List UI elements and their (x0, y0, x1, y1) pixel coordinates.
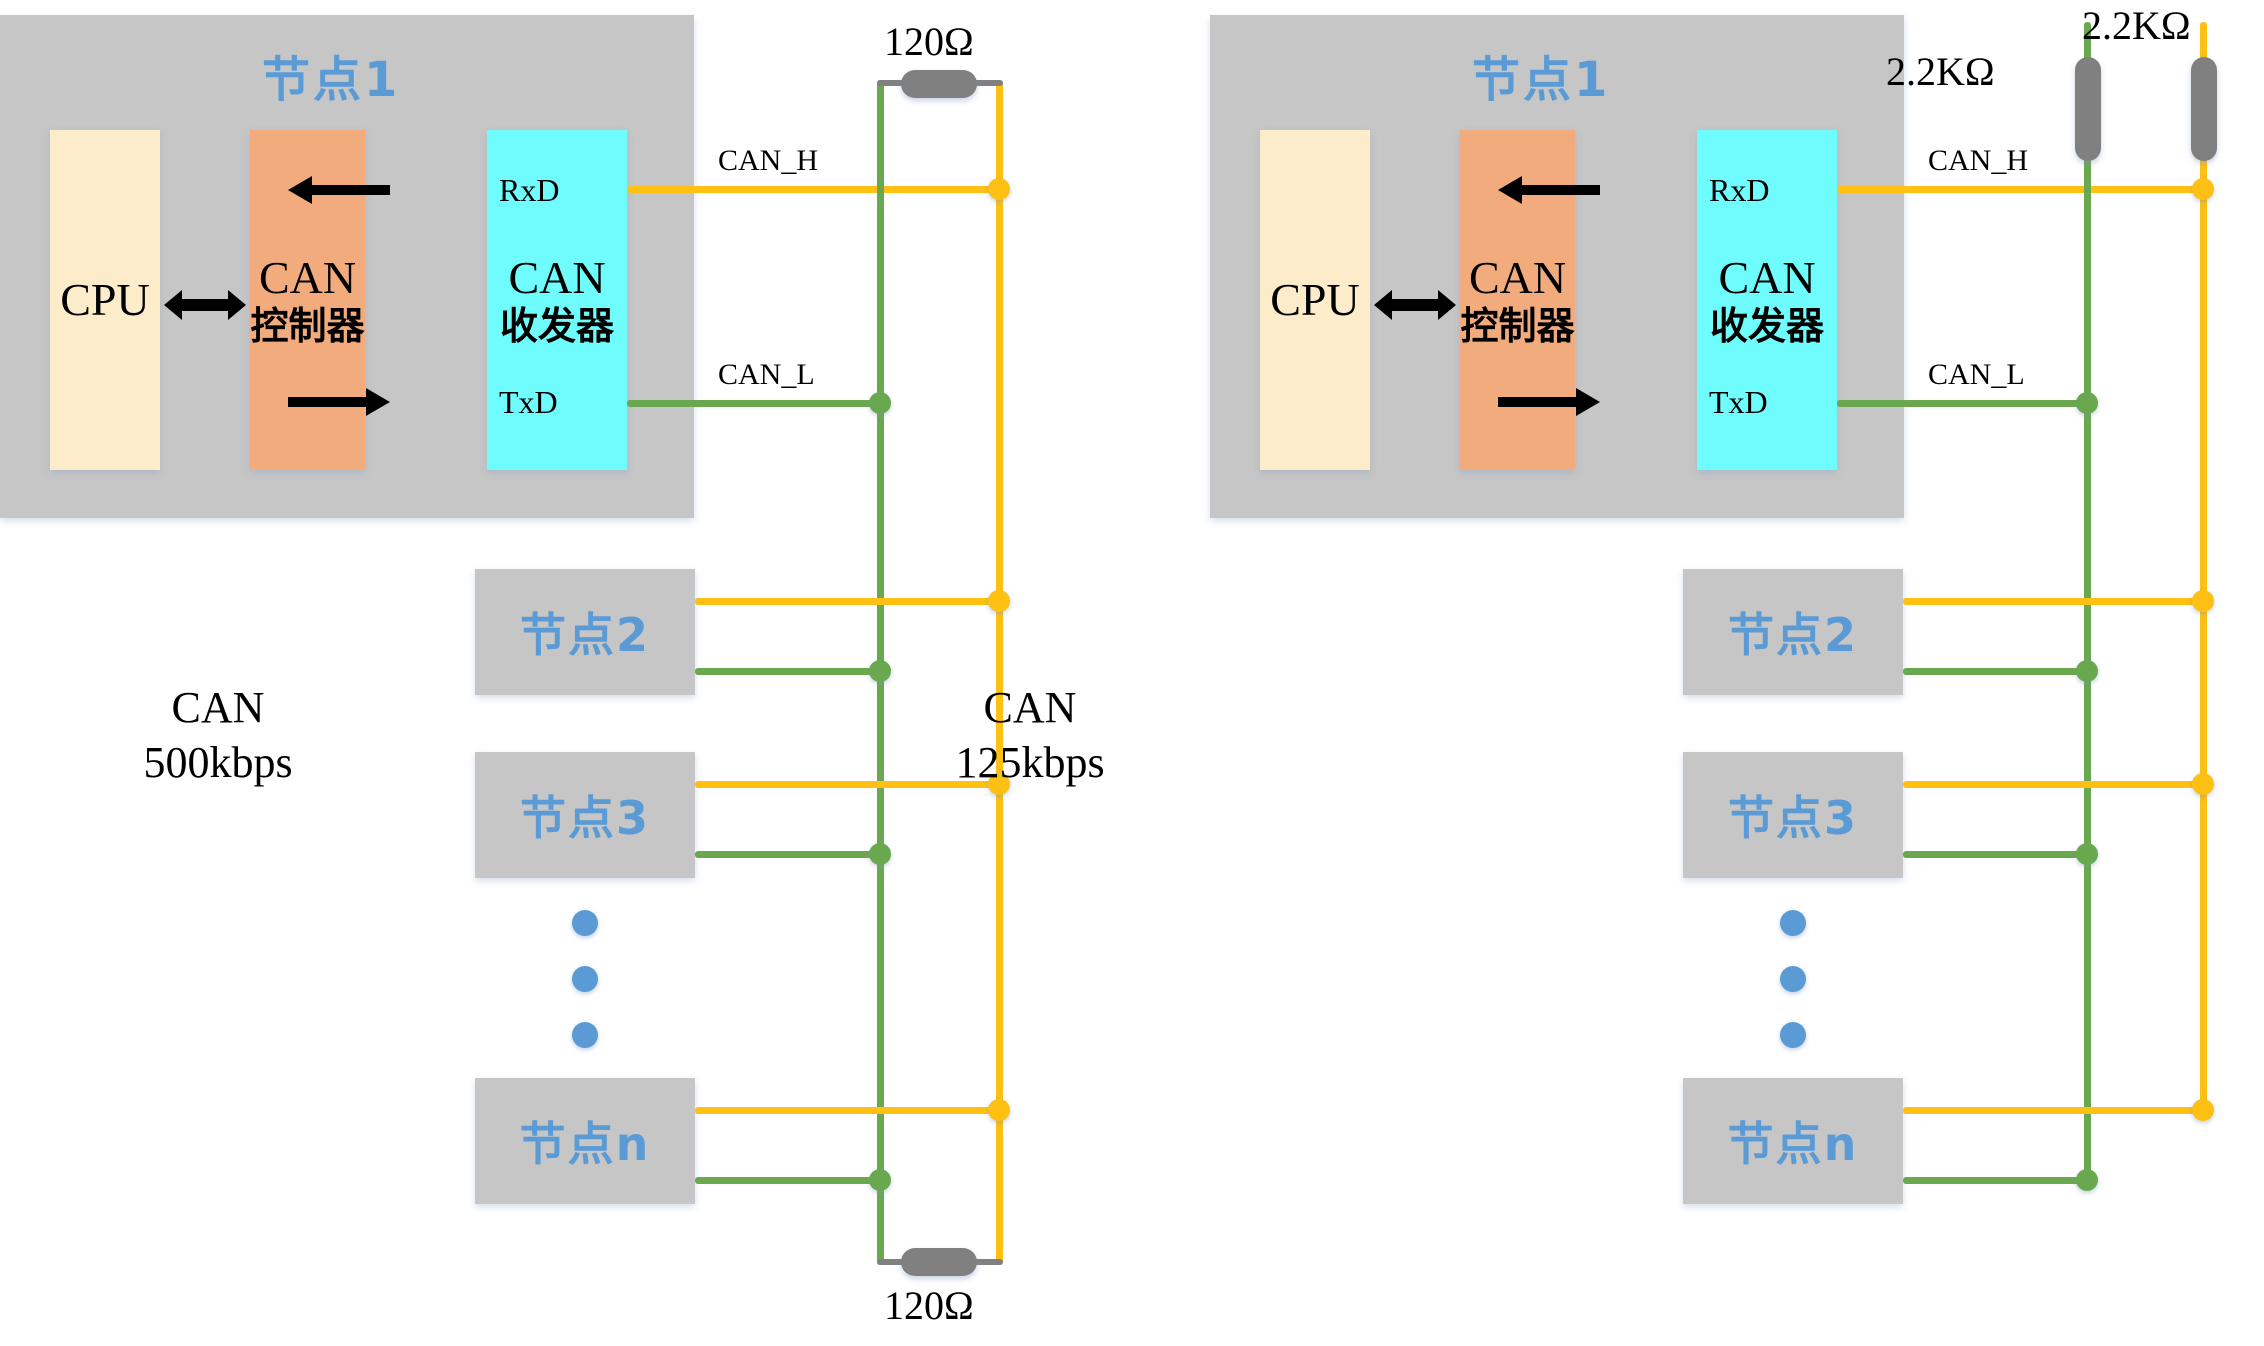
left-ellipsis-dot-2 (572, 966, 598, 992)
left-node-box-n: 节点n (475, 1078, 695, 1204)
left-ellipsis-dot-1 (572, 910, 598, 936)
right-noden-can-h-wire (1903, 1107, 2211, 1114)
left-cpu-block: CPU (50, 130, 160, 470)
left-node1-can-l-wire (627, 400, 884, 407)
left-node-label-2: 节点2 (519, 608, 650, 662)
right-noden-can-l-wire (1903, 1177, 2095, 1184)
right-junction-dot-node3-l (2076, 843, 2098, 865)
right-cpu-block: CPU (1260, 130, 1370, 470)
right-pullup-label-can-l: 2.2KΩ (1886, 49, 1995, 94)
right-node1-title: 节点1 (1472, 52, 1611, 108)
right-node3-can-l-wire (1903, 851, 2095, 858)
left-junction-dot-node2-l (869, 660, 891, 682)
right-pullup-resistor-can-l (2075, 57, 2101, 161)
right-rate-line-2: 125kbps (955, 738, 1105, 787)
right-rate-label: CAN 125kbps (900, 680, 1160, 790)
right-pullup-resistor-can-h (2191, 57, 2217, 161)
right-can-l-label: CAN_L (1928, 358, 2025, 391)
right-junction-dot-noden-l (2076, 1169, 2098, 1191)
left-node-box-3: 节点3 (475, 752, 695, 878)
left-cpu-label: CPU (60, 274, 150, 325)
left-node-box-2: 节点2 (475, 569, 695, 695)
left-transceiver-label-1: CAN (508, 252, 606, 303)
left-cpu-controller-arrow-icon (164, 290, 246, 320)
right-junction-dot-node3-h (2192, 773, 2214, 795)
right-junction-dot-noden-h (2192, 1099, 2214, 1121)
left-node2-can-l-wire (695, 668, 884, 675)
left-noden-can-l-wire (695, 1177, 884, 1184)
left-rxd-arrow-icon (288, 176, 390, 204)
left-can-l-label: CAN_L (718, 358, 815, 391)
right-node-label-n: 节点n (1727, 1117, 1859, 1171)
left-can-h-label: CAN_H (718, 144, 819, 177)
right-transceiver-label-1: CAN (1718, 252, 1816, 303)
left-node-label-n: 节点n (519, 1117, 651, 1171)
left-noden-can-h-wire (695, 1107, 1004, 1114)
left-bottom-terminator-label: 120Ω (884, 1283, 974, 1328)
left-junction-dot-node3-l (869, 843, 891, 865)
left-controller-label-2: 控制器 (250, 304, 365, 348)
right-rxd-arrow-icon (1498, 176, 1600, 204)
left-txd-arrow-icon (288, 388, 390, 416)
right-controller-label-2: 控制器 (1460, 304, 1575, 348)
right-ellipsis-dot-3 (1780, 1022, 1806, 1048)
right-txd-pin-label: TxD (1709, 384, 1768, 420)
right-node-label-3: 节点3 (1727, 791, 1858, 845)
right-cpu-controller-arrow-icon (1374, 290, 1456, 320)
left-top-terminator-label: 120Ω (884, 19, 974, 64)
right-node-label-2: 节点2 (1727, 608, 1858, 662)
right-node1-can-h-wire (1837, 186, 2211, 193)
right-can-h-label: CAN_H (1928, 144, 2029, 177)
left-node2-can-h-wire (695, 598, 1004, 605)
left-node1-can-h-wire (627, 186, 1004, 193)
left-node-label-3: 节点3 (519, 791, 650, 845)
right-txd-arrow-icon (1498, 388, 1600, 416)
left-rxd-pin-label: RxD (499, 172, 560, 208)
right-node-box-n: 节点n (1683, 1078, 1903, 1204)
left-controller-label-1: CAN (258, 252, 357, 303)
right-ellipsis-dot-1 (1780, 910, 1806, 936)
right-pullup-label-can-h: 2.2KΩ (2082, 3, 2191, 48)
left-junction-dot-noden-h (988, 1099, 1010, 1121)
left-can-h-bus-vertical (996, 80, 1003, 1265)
left-junction-dot-node2-h (988, 590, 1010, 612)
right-ellipsis-dot-2 (1780, 966, 1806, 992)
left-node3-can-l-wire (695, 851, 884, 858)
right-node2-can-l-wire (1903, 668, 2095, 675)
left-junction-dot-node1-l (869, 392, 891, 414)
left-bottom-terminator-resistor (901, 1248, 977, 1276)
left-junction-dot-node1-h (988, 178, 1010, 200)
right-rxd-pin-label: RxD (1709, 172, 1770, 208)
right-transceiver-label-2: 收发器 (1709, 304, 1824, 348)
right-node-box-2: 节点2 (1683, 569, 1903, 695)
right-node1-can-l-wire (1837, 400, 2091, 407)
right-junction-dot-node2-l (2076, 660, 2098, 682)
left-ellipsis-dot-3 (572, 1022, 598, 1048)
right-node-box-3: 节点3 (1683, 752, 1903, 878)
right-junction-dot-node1-l (2076, 392, 2098, 414)
right-controller-label-1: CAN (1468, 252, 1567, 303)
left-transceiver-label-2: 收发器 (499, 304, 614, 348)
left-txd-pin-label: TxD (499, 384, 558, 420)
right-cpu-label: CPU (1270, 274, 1360, 325)
left-junction-dot-noden-l (869, 1169, 891, 1191)
diagram-canvas: 节点1 CPU CAN 控制器 CAN 收发器 RxD TxD CAN_H CA… (0, 0, 2264, 1346)
right-junction-dot-node2-h (2192, 590, 2214, 612)
right-rate-line-1: CAN (983, 683, 1077, 732)
right-node3-can-h-wire (1903, 781, 2211, 788)
left-rate-line-1: CAN (171, 683, 265, 732)
right-node2-can-h-wire (1903, 598, 2211, 605)
left-rate-label: CAN 500kbps (88, 680, 348, 790)
left-top-terminator-resistor (901, 70, 977, 98)
left-node1-title: 节点1 (262, 52, 401, 108)
right-junction-dot-node1-h (2192, 178, 2214, 200)
left-rate-line-2: 500kbps (143, 738, 293, 787)
